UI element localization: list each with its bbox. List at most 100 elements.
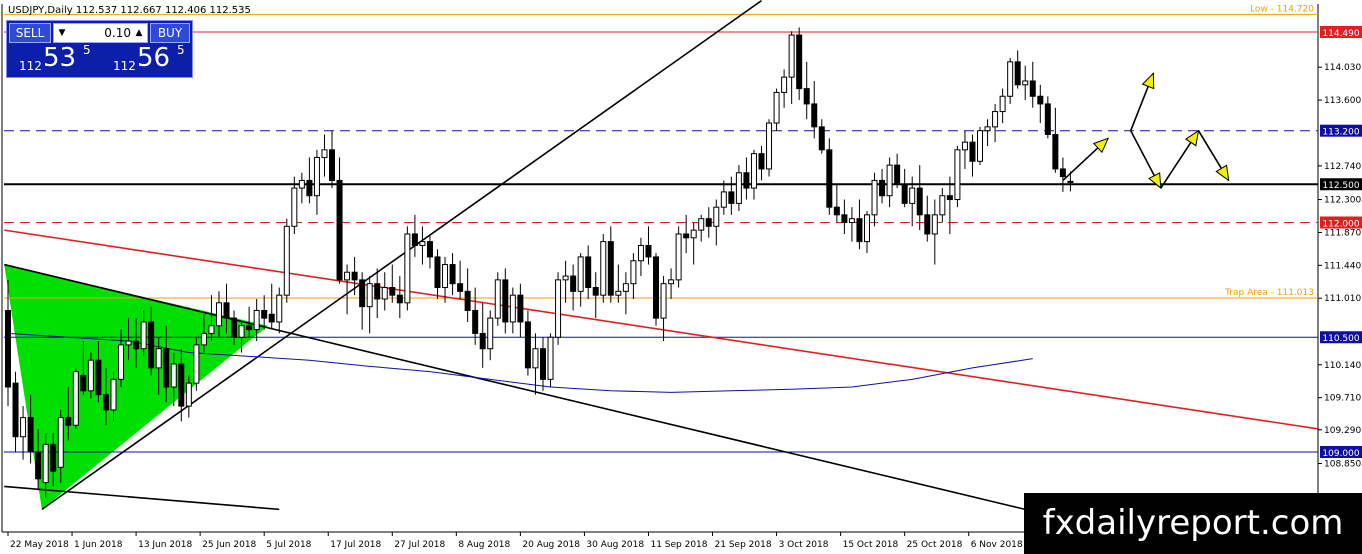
sell-button[interactable]: SELL	[9, 23, 51, 43]
candle-body-67	[509, 294, 516, 323]
candle-body-38	[291, 187, 298, 227]
candle-body-42	[321, 149, 328, 158]
candle-body-6	[50, 443, 57, 472]
candle-body-9	[72, 371, 79, 426]
candle-body-97	[735, 172, 742, 204]
level-tag-3: 112.500	[1322, 181, 1359, 191]
candle-body-128	[969, 141, 976, 162]
candle-body-32	[246, 325, 253, 331]
x-tick-label-9: 30 Aug 2018	[586, 540, 644, 550]
candle-body-4	[35, 451, 42, 480]
candle-body-31	[238, 325, 245, 338]
candle-body-102	[773, 91, 780, 124]
candle-body-118	[894, 164, 901, 185]
candle-body-20	[155, 348, 162, 369]
x-tick-label-0: 22 May 2018	[10, 540, 69, 550]
buy-quote[interactable]: 112 56 5	[103, 43, 191, 75]
candle-body-98	[743, 172, 750, 189]
candle-body-100	[758, 153, 765, 170]
candle-body-110	[833, 206, 840, 216]
candle-body-78	[592, 287, 599, 296]
candle-body-123	[931, 214, 938, 235]
candle-body-133	[1007, 61, 1014, 97]
candle-body-45	[344, 271, 351, 281]
x-tick-label-1: 1 Jun 2018	[74, 540, 123, 550]
candle-body-62	[472, 309, 479, 334]
candle-body-52	[396, 294, 403, 304]
candle-body-129	[977, 130, 984, 162]
candle-body-57	[434, 256, 441, 289]
y-tick-label-1: 113.600	[1324, 96, 1361, 106]
candle-body-15	[118, 344, 125, 380]
candle-body-122	[924, 214, 931, 235]
level-tag-6: 110.500	[1322, 334, 1359, 344]
candle-body-89	[675, 233, 682, 281]
lot-increase-icon[interactable]: ▲	[133, 24, 145, 42]
candle-body-55	[419, 241, 426, 246]
candle-body-46	[351, 271, 358, 281]
candle-body-140	[1059, 168, 1066, 178]
buy-quote-prefix: 112	[113, 59, 136, 73]
y-tick-label-10: 108.850	[1324, 459, 1361, 469]
candle-body-90	[683, 233, 690, 239]
candle-body-125	[946, 195, 953, 201]
candle-body-37	[283, 225, 290, 296]
candle-body-51	[389, 287, 396, 296]
candle-body-24	[185, 382, 192, 407]
candle-body-39	[298, 179, 305, 189]
sell-quote[interactable]: 112 53 5	[9, 43, 97, 75]
candle-body-25	[193, 344, 200, 384]
candle-body-2	[20, 417, 27, 438]
candle-body-75	[570, 275, 577, 292]
candle-body-14	[110, 378, 117, 411]
candle-body-77	[585, 256, 592, 289]
x-tick-label-10: 11 Sep 2018	[650, 540, 707, 550]
x-tick-label-4: 5 Jul 2018	[266, 540, 311, 550]
candle-body-103	[781, 76, 788, 93]
candle-body-71	[539, 348, 546, 380]
candle-body-83	[630, 260, 637, 285]
candle-body-63	[479, 332, 486, 350]
y-tick-label-7: 110.140	[1324, 361, 1361, 371]
lot-size-value[interactable]: 0.10	[68, 24, 131, 42]
candle-body-22	[170, 363, 177, 388]
y-tick-label-2: 112.740	[1324, 162, 1361, 172]
buy-button[interactable]: BUY	[150, 23, 190, 43]
candle-body-141	[1067, 180, 1074, 183]
buy-quote-main: 56	[137, 43, 171, 73]
sell-quote-main: 53	[43, 43, 77, 73]
candle-body-40	[306, 179, 313, 197]
candle-body-50	[381, 287, 388, 300]
candle-body-68	[517, 294, 524, 323]
candle-body-47	[359, 279, 366, 308]
level-label-5: Trap Area - 111.013	[1224, 288, 1314, 298]
candle-body-88	[668, 279, 675, 285]
candle-body-7	[57, 417, 64, 468]
candle-body-30	[231, 317, 238, 338]
candle-body-66	[502, 279, 509, 323]
x-tick-label-5: 17 Jul 2018	[330, 540, 381, 550]
candle-body-44	[336, 179, 343, 281]
candle-body-10	[80, 374, 87, 392]
candle-body-104	[788, 34, 795, 78]
candle-body-126	[954, 149, 961, 201]
candle-body-26	[200, 332, 207, 346]
candle-body-131	[992, 111, 999, 128]
y-tick-label-4: 111.870	[1324, 228, 1361, 238]
candle-body-113	[856, 218, 863, 243]
candle-body-138	[1044, 103, 1051, 136]
candle-body-1	[12, 382, 19, 438]
candle-body-106	[803, 88, 810, 105]
price-chart: Low - 114.720114.490113.200112.500112.00…	[0, 0, 1362, 554]
candle-body-11	[87, 359, 94, 392]
candle-body-28	[215, 302, 222, 327]
candle-body-60	[457, 283, 464, 292]
candle-body-101	[766, 122, 773, 170]
x-tick-label-15: 6 Nov 2018	[971, 540, 1023, 550]
sell-quote-pipette: 5	[83, 43, 91, 57]
candle-body-53	[404, 233, 411, 304]
lot-size-input[interactable]: ▼ 0.10 ▲	[53, 23, 148, 43]
x-tick-label-8: 20 Aug 2018	[522, 540, 580, 550]
candle-body-58	[442, 264, 449, 289]
lot-decrease-icon[interactable]: ▼	[56, 24, 68, 42]
